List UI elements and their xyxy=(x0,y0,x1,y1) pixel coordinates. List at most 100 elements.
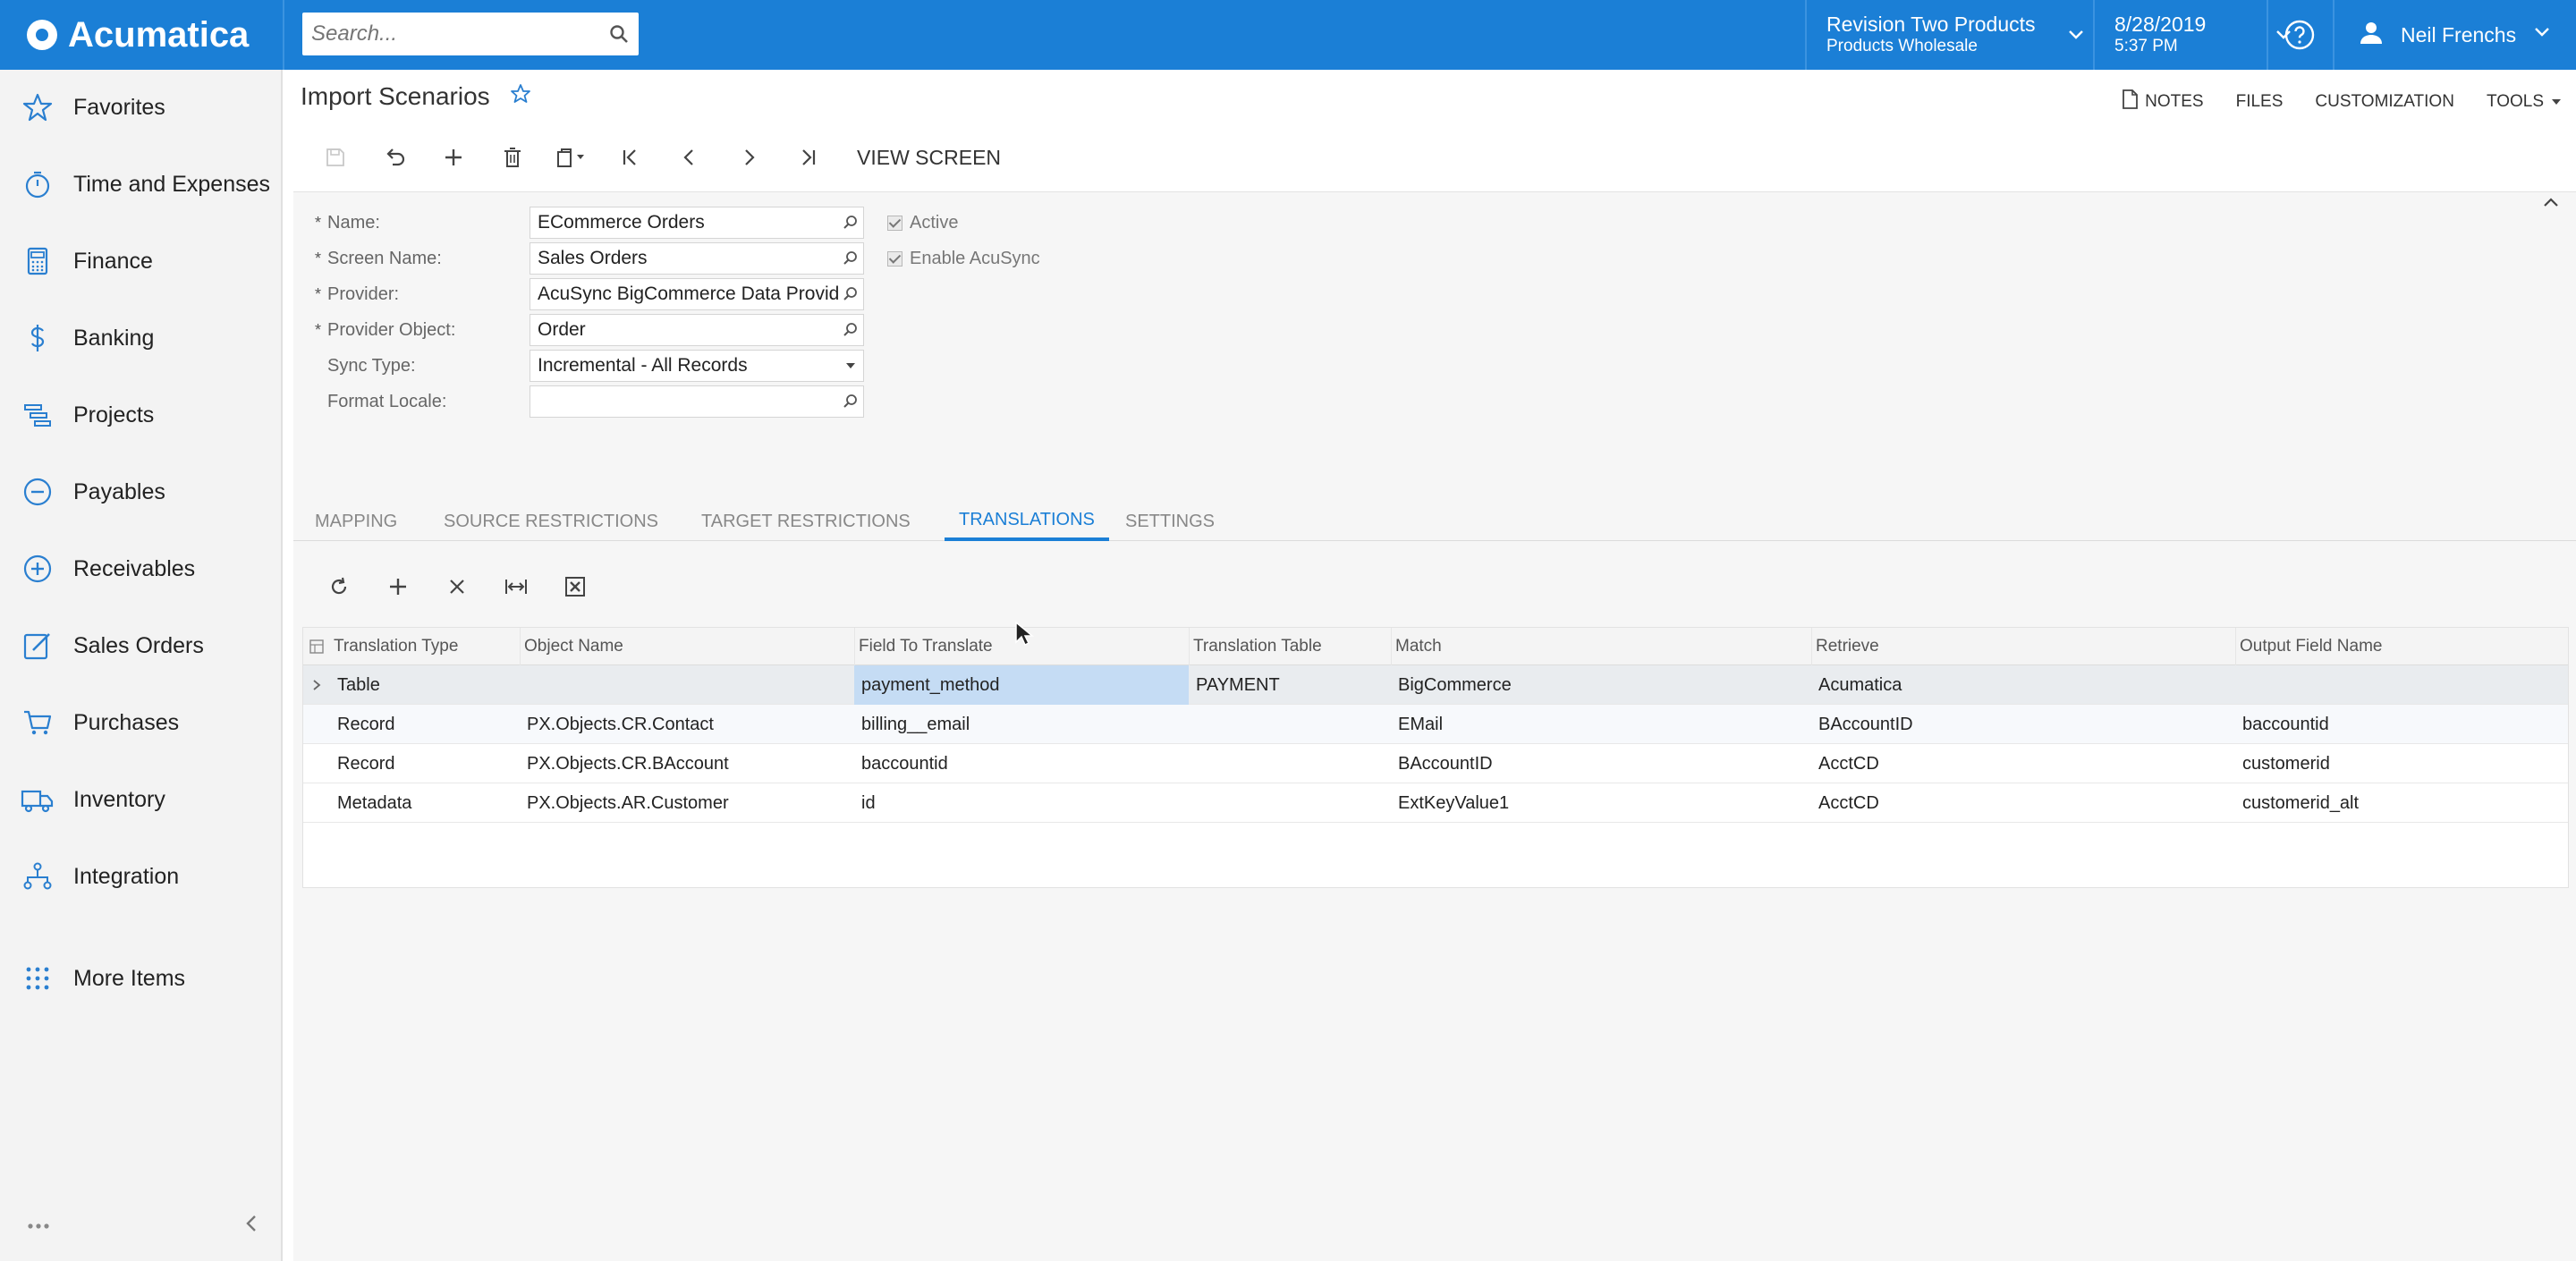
cell-retrieve[interactable]: AcctCD xyxy=(1811,744,2235,783)
provider-object-field[interactable]: Order xyxy=(530,314,864,346)
sidebar-item-time-and-expenses[interactable]: Time and Expenses xyxy=(0,148,281,220)
sidebar-item-finance[interactable]: Finance xyxy=(0,225,281,297)
lookup-icon[interactable] xyxy=(838,250,863,267)
acumatica-logo[interactable]: Acumatica xyxy=(27,11,249,59)
cell-output-field-name[interactable]: customerid xyxy=(2235,744,2568,783)
previous-record-icon[interactable] xyxy=(660,138,719,177)
collapse-panel-icon[interactable] xyxy=(2542,196,2560,213)
sync-type-select[interactable]: Incremental - All Records xyxy=(530,350,864,382)
tools-button[interactable]: TOOLS xyxy=(2487,92,2562,112)
cell-field-to-translate[interactable]: payment_method xyxy=(854,665,1189,705)
refresh-icon[interactable] xyxy=(309,568,369,605)
table-row[interactable]: Metadata PX.Objects.AR.Customer id ExtKe… xyxy=(303,783,2568,823)
cell-match[interactable]: BAccountID xyxy=(1391,744,1811,783)
format-locale-field[interactable] xyxy=(530,385,864,418)
cell-output-field-name[interactable]: baccountid xyxy=(2235,705,2568,744)
add-icon[interactable] xyxy=(424,138,483,177)
cell-retrieve[interactable]: AcctCD xyxy=(1811,783,2235,823)
lookup-icon[interactable] xyxy=(838,286,863,302)
screen-name-field[interactable]: Sales Orders xyxy=(530,242,864,275)
fit-columns-icon[interactable] xyxy=(487,568,546,605)
tab-target-restrictions[interactable]: TARGET RESTRICTIONS xyxy=(687,502,925,541)
last-record-icon[interactable] xyxy=(778,138,837,177)
cell-object-name[interactable]: PX.Objects.CR.Contact xyxy=(520,705,854,744)
cell-translation-type[interactable]: Record xyxy=(330,705,520,744)
customization-button[interactable]: CUSTOMIZATION xyxy=(2315,92,2454,112)
export-excel-icon[interactable] xyxy=(546,568,605,605)
cell-output-field-name[interactable] xyxy=(2235,665,2568,705)
column-header[interactable]: Translation Type xyxy=(330,628,520,665)
tab-mapping[interactable]: MAPPING xyxy=(301,502,411,541)
cell-object-name[interactable]: PX.Objects.CR.BAccount xyxy=(520,744,854,783)
lookup-icon[interactable] xyxy=(838,322,863,338)
table-row[interactable]: Record PX.Objects.CR.BAccount baccountid… xyxy=(303,744,2568,783)
cell-match[interactable]: BigCommerce xyxy=(1391,665,1811,705)
sidebar-item-more-items[interactable]: More Items xyxy=(0,943,281,1014)
cell-output-field-name[interactable]: customerid_alt xyxy=(2235,783,2568,823)
lookup-icon[interactable] xyxy=(838,394,863,410)
cell-retrieve[interactable]: BAccountID xyxy=(1811,705,2235,744)
tab-translations[interactable]: TRANSLATIONS xyxy=(945,502,1109,541)
table-row[interactable]: Record PX.Objects.CR.Contact billing__em… xyxy=(303,705,2568,744)
sidebar-item-integration[interactable]: Integration xyxy=(0,841,281,912)
name-field[interactable]: ECommerce Orders xyxy=(530,207,864,239)
sidebar-item-banking[interactable]: Banking xyxy=(0,302,281,374)
cell-translation-type[interactable]: Record xyxy=(330,744,520,783)
cell-retrieve[interactable]: Acumatica xyxy=(1811,665,2235,705)
cell-field-to-translate[interactable]: baccountid xyxy=(854,744,1189,783)
next-record-icon[interactable] xyxy=(719,138,778,177)
sidebar-item-sales-orders[interactable]: Sales Orders xyxy=(0,610,281,681)
tab-settings[interactable]: SETTINGS xyxy=(1111,502,1229,541)
cell-translation-type[interactable]: Table xyxy=(330,665,520,705)
provider-field[interactable]: AcuSync BigCommerce Data Provider xyxy=(530,278,864,310)
column-header[interactable]: Retrieve xyxy=(1811,628,2235,665)
files-button[interactable]: FILES xyxy=(2236,92,2284,112)
sidebar-item-receivables[interactable]: Receivables xyxy=(0,533,281,605)
lookup-icon[interactable] xyxy=(838,215,863,231)
first-record-icon[interactable] xyxy=(601,138,660,177)
search-input[interactable] xyxy=(302,13,599,55)
enable-acusync-checkbox[interactable]: Enable AcuSync xyxy=(887,242,1040,275)
cell-object-name[interactable] xyxy=(520,665,854,705)
delete-icon[interactable] xyxy=(483,138,542,177)
column-header[interactable]: Object Name xyxy=(520,628,854,665)
cell-match[interactable]: EMail xyxy=(1391,705,1811,744)
help-icon[interactable] xyxy=(2284,19,2316,51)
caret-down-icon[interactable] xyxy=(838,361,863,370)
favorite-star-icon[interactable] xyxy=(510,82,531,111)
cell-translation-table[interactable]: PAYMENT xyxy=(1189,665,1391,705)
view-screen-button[interactable]: VIEW SCREEN xyxy=(843,138,1015,177)
column-header[interactable]: Output Field Name xyxy=(2235,628,2568,665)
column-header[interactable]: Translation Table xyxy=(1189,628,1391,665)
cell-object-name[interactable]: PX.Objects.AR.Customer xyxy=(520,783,854,823)
row-expand-icon[interactable] xyxy=(303,665,330,705)
copy-paste-icon[interactable] xyxy=(542,138,601,177)
active-checkbox[interactable]: Active xyxy=(887,207,958,239)
cell-field-to-translate[interactable]: id xyxy=(854,783,1189,823)
tab-source-restrictions[interactable]: SOURCE RESTRICTIONS xyxy=(429,502,673,541)
add-row-icon[interactable] xyxy=(369,568,428,605)
collapse-sidebar-icon[interactable] xyxy=(243,1214,259,1238)
branch-selector[interactable]: Revision Two Products Products Wholesale xyxy=(1826,13,2086,59)
more-dots-icon[interactable] xyxy=(27,1218,50,1234)
undo-icon[interactable] xyxy=(365,138,424,177)
cell-translation-table[interactable] xyxy=(1189,744,1391,783)
delete-row-icon[interactable] xyxy=(428,568,487,605)
cell-match[interactable]: ExtKeyValue1 xyxy=(1391,783,1811,823)
cell-translation-table[interactable] xyxy=(1189,705,1391,744)
search-box[interactable] xyxy=(302,13,639,55)
notes-button[interactable]: NOTES xyxy=(2122,89,2204,114)
cell-field-to-translate[interactable]: billing__email xyxy=(854,705,1189,744)
sidebar-item-purchases[interactable]: Purchases xyxy=(0,687,281,758)
search-icon[interactable] xyxy=(599,23,639,45)
sidebar-item-favorites[interactable]: Favorites xyxy=(0,72,281,143)
sidebar-item-inventory[interactable]: Inventory xyxy=(0,764,281,835)
user-menu[interactable]: Neil Frenchs xyxy=(2358,16,2552,54)
column-settings-icon[interactable] xyxy=(303,628,330,665)
sidebar-item-projects[interactable]: Projects xyxy=(0,379,281,451)
cell-translation-table[interactable] xyxy=(1189,783,1391,823)
sidebar-item-payables[interactable]: Payables xyxy=(0,456,281,528)
table-row[interactable]: Table payment_method PAYMENT BigCommerce… xyxy=(303,665,2568,705)
column-header[interactable]: Match xyxy=(1391,628,1811,665)
save-icon[interactable] xyxy=(306,138,365,177)
